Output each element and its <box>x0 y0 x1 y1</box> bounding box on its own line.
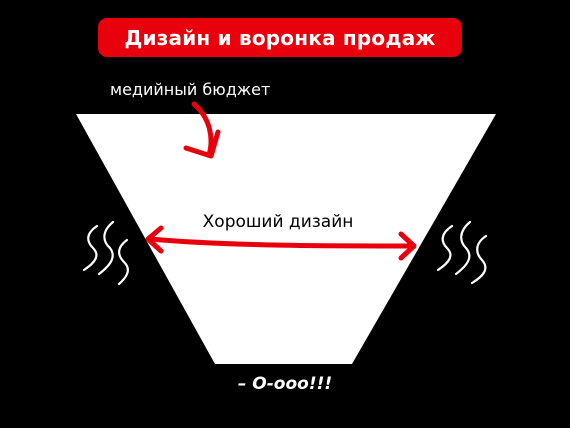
budget-label: медийный бюджет <box>110 80 271 99</box>
exclamation-label: – О-ooo!!! <box>237 374 333 394</box>
wavy-lines-icon <box>436 220 488 285</box>
funnel-diagram: Дизайн и воронка продаж медийный бюджет … <box>0 0 570 428</box>
good-design-label: Хороший дизайн <box>202 212 354 232</box>
sales-funnel <box>76 114 496 364</box>
wavy-lines-icon <box>82 220 129 286</box>
